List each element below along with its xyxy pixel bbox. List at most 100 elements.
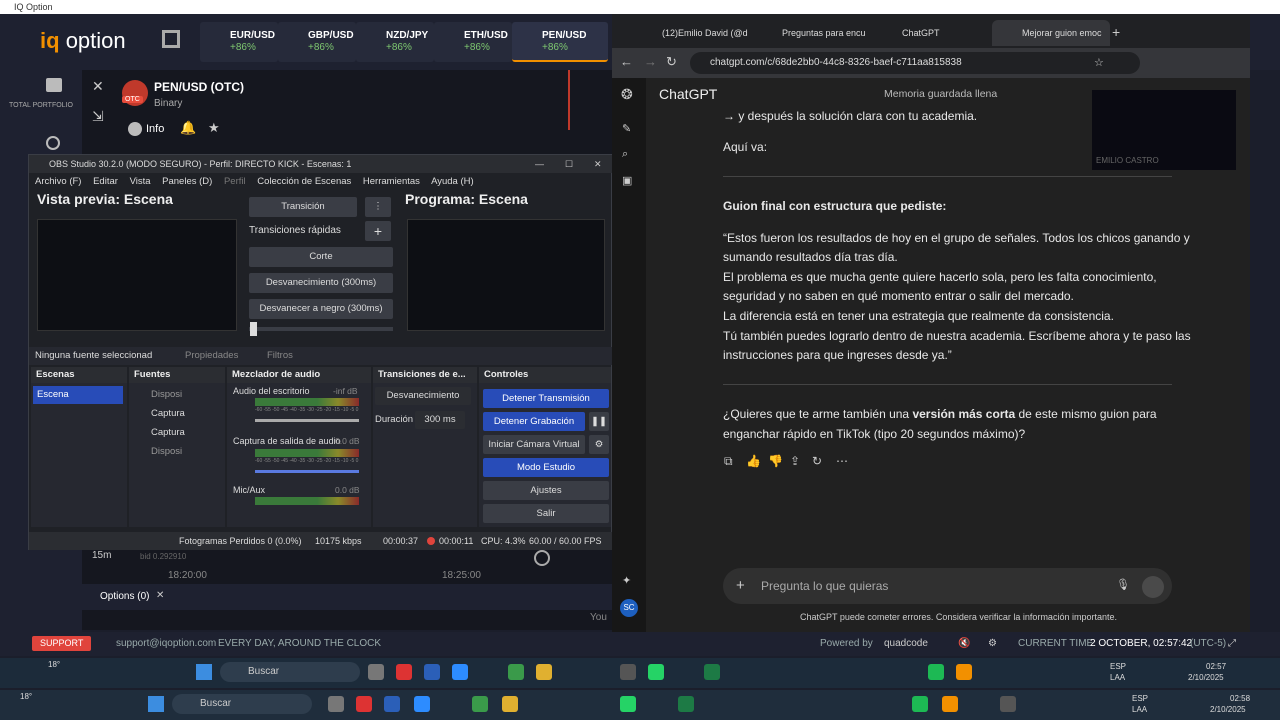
star-icon[interactable]: ☆ [1094, 56, 1104, 69]
grid-icon[interactable] [162, 30, 180, 48]
asset-tab[interactable]: EUR/USD +86% [200, 22, 278, 62]
settings-button[interactable]: Ajustes [483, 481, 609, 500]
weather-temp[interactable]: 18° [20, 692, 32, 701]
lang-2[interactable]: LAA [1132, 705, 1147, 714]
close-icon[interactable]: ✕ [92, 78, 104, 95]
new-tab-icon[interactable]: + [1112, 24, 1120, 40]
add-icon[interactable]: + [736, 577, 745, 594]
lang-1[interactable]: ESP [1132, 694, 1148, 703]
library-icon[interactable]: ▣ [622, 174, 632, 187]
address-bar[interactable]: chatgpt.com/c/68de2bb0-44c8-8326-baef-c7… [690, 52, 1140, 74]
browser-tab[interactable]: ChatGPT [872, 20, 990, 46]
thumbs-up-icon[interactable]: 👍 [746, 454, 761, 468]
close-icon[interactable]: ✕ [594, 155, 602, 173]
asset-tab[interactable]: ETH/USD +86% [434, 22, 512, 62]
clock-date[interactable]: 2/10/2025 [1188, 673, 1224, 682]
word-icon[interactable] [384, 696, 400, 712]
menu-item[interactable]: Ayuda (H) [431, 176, 474, 187]
support-email[interactable]: support@iqoption.com [116, 632, 216, 656]
menu-item[interactable]: Archivo (F) [35, 176, 81, 187]
chrome-icon[interactable] [508, 664, 524, 680]
back-icon[interactable]: ← [620, 54, 633, 69]
share-icon[interactable]: ⇪ [790, 454, 800, 468]
virtual-camera-button[interactable]: Iniciar Cámara Virtual [483, 435, 585, 454]
t-bar-handle[interactable] [250, 322, 257, 336]
options-label[interactable]: Options (0) [100, 591, 149, 602]
chrome-icon[interactable] [472, 696, 488, 712]
whatsapp-icon[interactable] [620, 696, 636, 712]
folder-icon[interactable] [502, 696, 518, 712]
zoom-icon[interactable] [414, 696, 430, 712]
portfolio-icon[interactable] [46, 78, 62, 92]
menu-item[interactable]: Editar [93, 176, 118, 187]
weather-temp[interactable]: 18° [48, 660, 60, 669]
obs-icon[interactable] [1000, 696, 1016, 712]
mute-icon[interactable]: 🔇 [958, 632, 970, 656]
windows-start-icon[interactable] [196, 664, 212, 680]
reload-icon[interactable]: ↻ [666, 54, 677, 70]
menu-item[interactable]: Herramientas [363, 176, 420, 187]
model-selector[interactable]: ChatGPT [659, 86, 717, 102]
new-chat-icon[interactable]: ✎ [622, 122, 631, 135]
app-icon[interactable] [396, 664, 412, 680]
exit-button[interactable]: Salir [483, 504, 609, 523]
search-icon[interactable]: ⌕ [622, 148, 628, 161]
avatar[interactable]: SC [620, 599, 638, 617]
thumbs-down-icon[interactable]: 👎 [768, 454, 783, 468]
gear-icon[interactable]: ⚙ [589, 435, 609, 454]
spotify-icon[interactable] [928, 664, 944, 680]
menu-item[interactable]: Vista [130, 176, 151, 187]
lang-1[interactable]: ESP [1110, 662, 1126, 671]
taskview-icon[interactable] [368, 664, 384, 680]
openai-logo-icon[interactable]: ❂ [621, 86, 633, 103]
copy-icon[interactable]: ⧉ [724, 454, 733, 469]
menu-item[interactable]: Perfil [224, 176, 246, 187]
stop-stream-button[interactable]: Detener Transmisión [483, 389, 609, 408]
app-icon[interactable] [356, 696, 372, 712]
add-icon[interactable]: + [365, 221, 391, 241]
pin-icon[interactable]: ⇲ [92, 108, 104, 125]
taskbar-search[interactable]: Buscar [220, 662, 360, 682]
lang-2[interactable]: LAA [1110, 673, 1125, 682]
voice-mode-icon[interactable] [1142, 576, 1164, 598]
clock-icon[interactable] [46, 136, 60, 150]
asset-tab[interactable]: NZD/JPY +86% [356, 22, 434, 62]
excel-icon[interactable] [678, 696, 694, 712]
clock-time[interactable]: 02:58 [1230, 694, 1250, 703]
asset-tab-active[interactable]: PEN/USD +86% [512, 22, 608, 62]
fade-button[interactable]: Desvanecimiento (300ms) [249, 273, 393, 293]
source-item[interactable]: Captura [151, 427, 185, 438]
more-icon[interactable]: ⋮ [365, 197, 391, 217]
fullscreen-icon[interactable]: ⤢ [1228, 632, 1236, 656]
clock-date[interactable]: 2/10/2025 [1210, 705, 1246, 714]
forward-icon[interactable]: → [644, 54, 657, 69]
properties-button[interactable]: Propiedades [185, 350, 238, 361]
stop-recording-button[interactable]: Detener Grabación [483, 412, 585, 431]
transition-select[interactable]: Desvanecimiento [375, 387, 471, 405]
star-icon[interactable]: ★ [208, 120, 220, 136]
source-item[interactable]: Captura [151, 408, 185, 419]
taskbar-search[interactable]: Buscar [172, 694, 312, 714]
cut-button[interactable]: Corte [249, 247, 393, 267]
browser-tab-active[interactable]: Mejorar guion emoc [992, 20, 1110, 46]
obs-icon[interactable] [620, 664, 636, 680]
regenerate-icon[interactable]: ↻ [812, 454, 822, 468]
more-icon[interactable]: ⋯ [836, 454, 848, 468]
support-button[interactable]: SUPPORT [32, 636, 92, 651]
video-overlay[interactable]: EMILIO CASTRO [1092, 90, 1236, 170]
transition-button[interactable]: Transición [249, 197, 357, 217]
volume-slider[interactable] [255, 470, 359, 473]
taskview-icon[interactable] [328, 696, 344, 712]
mic-icon[interactable]: 🎙 [1116, 578, 1130, 591]
volume-slider[interactable] [255, 419, 359, 422]
menu-item[interactable]: Paneles (D) [162, 176, 212, 187]
scene-item[interactable]: Escena [33, 386, 123, 404]
fade-black-button[interactable]: Desvanecer a negro (300ms) [249, 299, 393, 319]
zoom-icon[interactable] [452, 664, 468, 680]
info-icon[interactable] [128, 122, 142, 136]
browser-tab[interactable]: Preguntas para encu [752, 20, 870, 46]
word-icon[interactable] [424, 664, 440, 680]
source-item[interactable]: Disposi [151, 446, 182, 457]
close-icon[interactable]: ✕ [156, 590, 164, 601]
menu-item[interactable]: Colección de Escenas [257, 176, 351, 187]
